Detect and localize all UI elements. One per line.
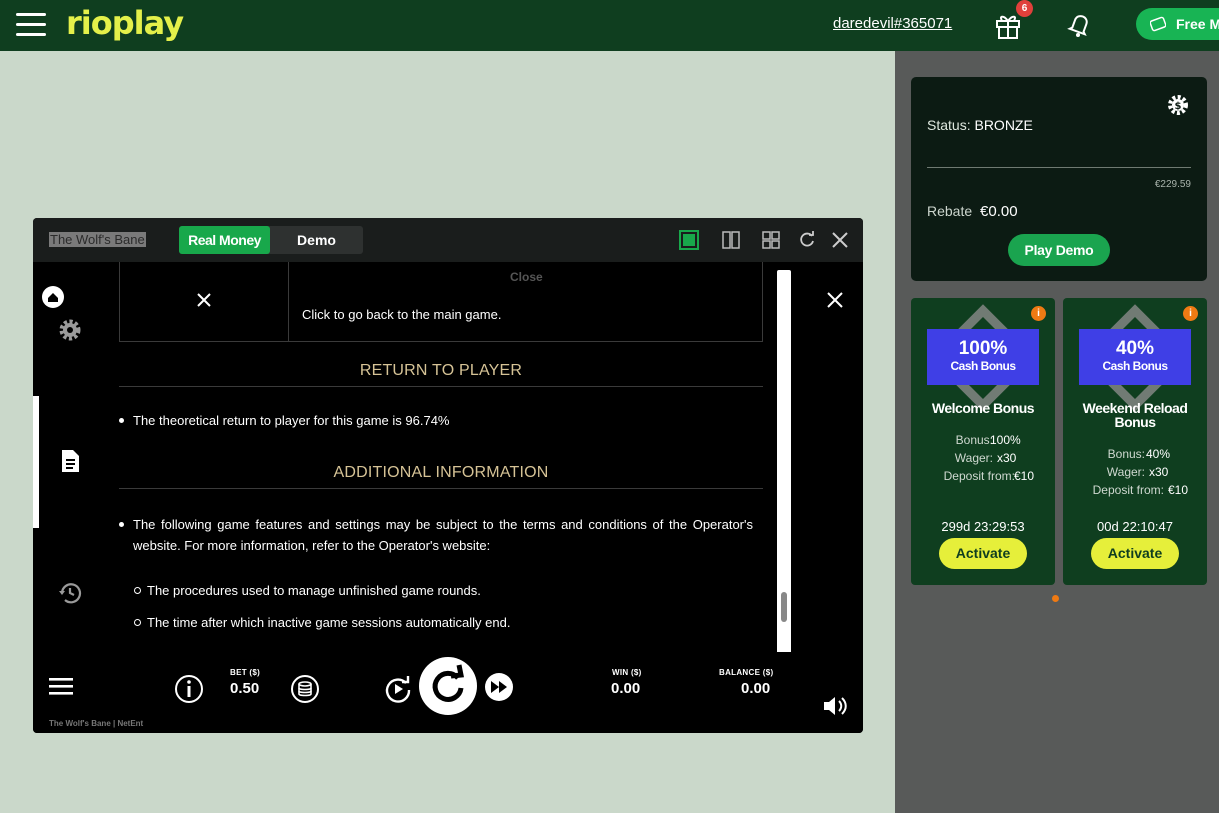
info-icon[interactable]: i [1031, 306, 1046, 321]
bonus-percent: 100% [958, 338, 1008, 359]
status-row: Status: BRONZE [927, 117, 1033, 133]
site-logo[interactable]: rioplay [66, 4, 184, 42]
bonus-label: Bonus: [955, 433, 993, 447]
autoplay-icon[interactable] [383, 674, 413, 704]
document-icon[interactable] [57, 448, 83, 474]
bonus-subtitle: Cash Bonus [950, 359, 1016, 373]
game-toolbar: The Wolf's Bane Real Money Demo [33, 218, 863, 262]
free-money-label: Free M [1176, 16, 1219, 32]
menu-icon[interactable] [49, 676, 73, 696]
game-footer: The Wolf's Bane | NetEnt [49, 719, 144, 728]
activate-button[interactable]: Activate [939, 538, 1027, 569]
win-label: WIN ($) [612, 668, 642, 677]
game-controls: BET ($) 0.50 WIN ($) 0.00 BALANCE ($) 0.… [33, 652, 863, 733]
game-window: The Wolf's Bane Real Money Demo Close Cl… [33, 218, 863, 733]
active-tab-indicator [33, 396, 39, 528]
win-value: 0.00 [611, 680, 641, 697]
bonus-card-weekend-reload: i 40% Cash Bonus Weekend Reload Bonus Bo… [1063, 298, 1207, 585]
play-demo-button[interactable]: Play Demo [1008, 234, 1110, 266]
fast-forward-icon[interactable] [484, 672, 514, 702]
status-label: Status: [927, 117, 971, 133]
history-icon[interactable] [57, 580, 83, 606]
status-card: Status: BRONZE $ €229.59 Rebate €0.00 Pl… [911, 77, 1207, 281]
demo-tab[interactable]: Demo [270, 226, 363, 254]
additional-text: The following game features and settings… [119, 514, 753, 556]
table-header: Close [510, 270, 543, 284]
rebate-label: Rebate [927, 203, 973, 219]
bonus-value: 100% [990, 433, 1021, 447]
list-item: The time after which inactive game sessi… [133, 612, 510, 633]
game-paytable: Close Click to go back to the main game.… [33, 262, 863, 658]
gear-icon[interactable] [57, 317, 83, 343]
rtp-text: The theoretical return to player for thi… [119, 410, 763, 431]
deposit-value: €10 [1014, 469, 1035, 483]
settings-icon[interactable]: $ [1166, 93, 1190, 117]
bonus-value: 40% [1146, 447, 1171, 461]
close-info-table: Close Click to go back to the main game. [119, 262, 763, 342]
rebate-value: €0.00 [980, 203, 1018, 220]
bonus-badge: 100% Cash Bonus [927, 329, 1039, 385]
refresh-icon[interactable] [797, 230, 817, 250]
balance-label: BALANCE ($) [719, 668, 774, 677]
balance-value: 0.00 [741, 680, 771, 697]
activate-button[interactable]: Activate [1091, 538, 1179, 569]
close-icon [197, 293, 211, 307]
rebate-row: Rebate €0.00 [927, 203, 1018, 220]
volume-icon[interactable] [822, 694, 848, 718]
info-icon[interactable] [174, 674, 204, 704]
scrollbar-thumb[interactable] [781, 592, 787, 622]
bonus-label: Bonus: [1107, 447, 1145, 461]
close-description: Click to go back to the main game. [302, 307, 502, 322]
game-title: The Wolf's Bane [49, 232, 146, 247]
bonus-title: Weekend Reload Bonus [1082, 400, 1188, 430]
info-icon[interactable]: i [1183, 306, 1198, 321]
mode-toggle: Real Money Demo [179, 226, 363, 254]
list-item: The procedures used to manage unfinished… [134, 580, 481, 601]
bonus-badge: 40% Cash Bonus [1079, 329, 1191, 385]
top-bar: rioplay daredevil#365071 6 Free M [0, 0, 1219, 51]
bonus-timer: 299d 23:29:53 [941, 519, 1025, 534]
gift-count-badge: 6 [1016, 0, 1033, 17]
home-icon[interactable] [42, 286, 64, 308]
deposit-label: Deposit from: [1092, 483, 1164, 497]
close-icon[interactable] [830, 230, 850, 250]
carousel-dot[interactable] [1052, 595, 1059, 602]
bonus-card-welcome: i 100% Cash Bonus Welcome Bonus Bonus: 1… [911, 298, 1055, 585]
wager-label: Wager: [1106, 465, 1145, 479]
status-progress-value: €229.59 [1154, 179, 1191, 190]
status-value: BRONZE [974, 117, 1033, 133]
bonus-timer: 00d 22:10:47 [1097, 519, 1173, 534]
ticket-icon [1150, 16, 1166, 32]
deposit-label: Deposit from: [943, 469, 1015, 483]
close-paytable-icon[interactable] [827, 292, 843, 308]
table-divider [288, 262, 289, 342]
scrollbar[interactable] [777, 270, 791, 658]
bonus-title: Welcome Bonus [931, 400, 1035, 416]
bonus-percent: 40% [1115, 338, 1155, 359]
wager-value: x30 [997, 451, 1017, 465]
menu-icon[interactable] [16, 13, 46, 37]
free-money-button[interactable]: Free M [1136, 8, 1219, 40]
bell-icon[interactable] [1066, 10, 1094, 38]
real-money-tab[interactable]: Real Money [179, 226, 270, 254]
section-divider [119, 488, 763, 489]
bet-value: 0.50 [230, 680, 260, 697]
single-view-icon[interactable] [679, 230, 699, 250]
spin-icon[interactable] [418, 656, 478, 716]
section-divider [119, 386, 763, 387]
wager-value: x30 [1149, 465, 1169, 479]
section-title-rtp: RETURN TO PLAYER [359, 362, 523, 379]
wager-label: Wager: [954, 451, 993, 465]
section-title-additional: ADDITIONAL INFORMATION [333, 464, 549, 481]
status-progress-bar [927, 167, 1191, 168]
grid-view-icon[interactable] [761, 230, 781, 250]
svg-text:$: $ [1175, 101, 1182, 112]
bonus-subtitle: Cash Bonus [1102, 359, 1168, 373]
deposit-value: €10 [1168, 483, 1189, 497]
username-link[interactable]: daredevil#365071 [833, 15, 952, 32]
split-view-icon[interactable] [721, 230, 741, 250]
bet-label: BET ($) [230, 668, 261, 677]
coins-icon[interactable] [290, 674, 320, 704]
